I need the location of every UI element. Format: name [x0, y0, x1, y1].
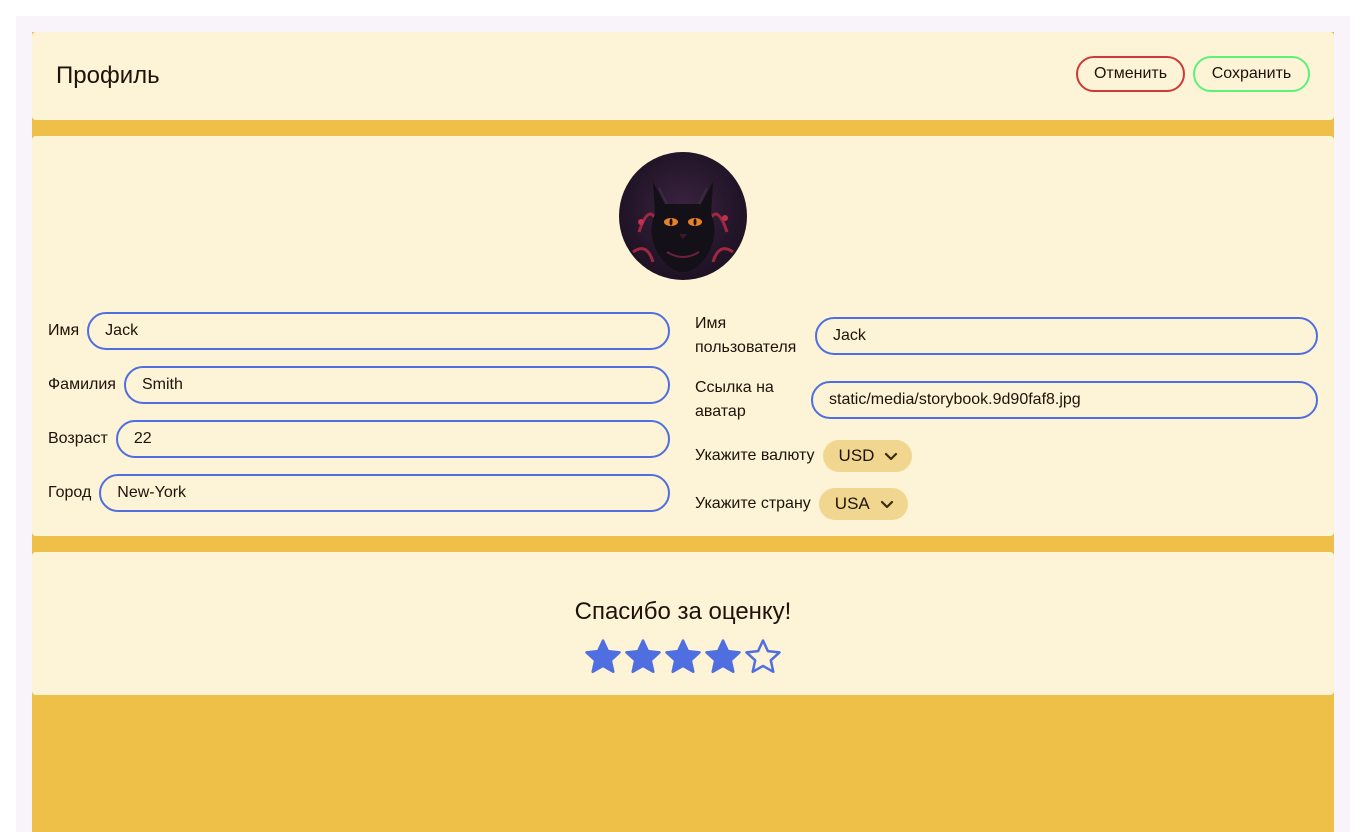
city-row: Город [48, 474, 670, 512]
profile-header: Профиль Отменить Сохранить [32, 32, 1334, 120]
star-icon[interactable] [583, 637, 623, 677]
avatar [619, 152, 747, 280]
avatar-link-row: Ссылка на аватар [695, 376, 1318, 424]
avatar-link-label: Ссылка на аватар [695, 379, 774, 420]
currency-select[interactable]: USD [822, 440, 913, 472]
username-input[interactable] [815, 317, 1318, 355]
country-value: USA [834, 494, 870, 513]
cancel-button[interactable]: Отменить [1076, 56, 1185, 92]
star-icon[interactable] [703, 637, 743, 677]
profile-form: Имя Фамилия Возраст Город Имя пользовате… [32, 136, 1334, 536]
avatar-link-input[interactable] [811, 381, 1318, 419]
username-label: Имя пользователя [695, 315, 797, 356]
last-name-row: Фамилия [48, 366, 670, 404]
last-name-input[interactable] [123, 366, 670, 404]
chevron-down-icon [884, 449, 898, 463]
age-label: Возраст [48, 430, 108, 447]
username-row: Имя пользователя [695, 312, 1318, 360]
country-label: Укажите страну [695, 495, 811, 512]
city-input[interactable] [99, 474, 670, 512]
star-icon[interactable] [623, 637, 663, 677]
currency-label: Укажите валюту [695, 447, 815, 464]
page-title: Профиль [56, 62, 160, 89]
star-icon[interactable] [743, 637, 783, 677]
first-name-input[interactable] [87, 312, 670, 350]
currency-row: Укажите валюту USD [695, 440, 913, 472]
first-name-row: Имя [48, 312, 670, 350]
country-select[interactable]: USA [818, 488, 908, 520]
rating-card: Спасибо за оценку! [32, 552, 1334, 695]
black-cat-avatar-image [619, 152, 747, 280]
first-name-label: Имя [48, 322, 80, 339]
rating-stars [583, 637, 783, 677]
star-icon[interactable] [663, 637, 703, 677]
last-name-label: Фамилия [48, 376, 116, 393]
country-row: Укажите страну USA [695, 488, 908, 520]
chevron-down-icon [880, 497, 894, 511]
age-row: Возраст [48, 420, 670, 458]
page-stage: Профиль Отменить Сохранить Имя Jack Фами… [32, 32, 1334, 832]
save-button[interactable]: Сохранить [1193, 56, 1310, 92]
rating-title: Спасибо за оценку! [574, 598, 792, 625]
age-input[interactable] [115, 420, 670, 458]
city-label: Город [48, 484, 92, 501]
currency-value: USD [838, 446, 875, 465]
